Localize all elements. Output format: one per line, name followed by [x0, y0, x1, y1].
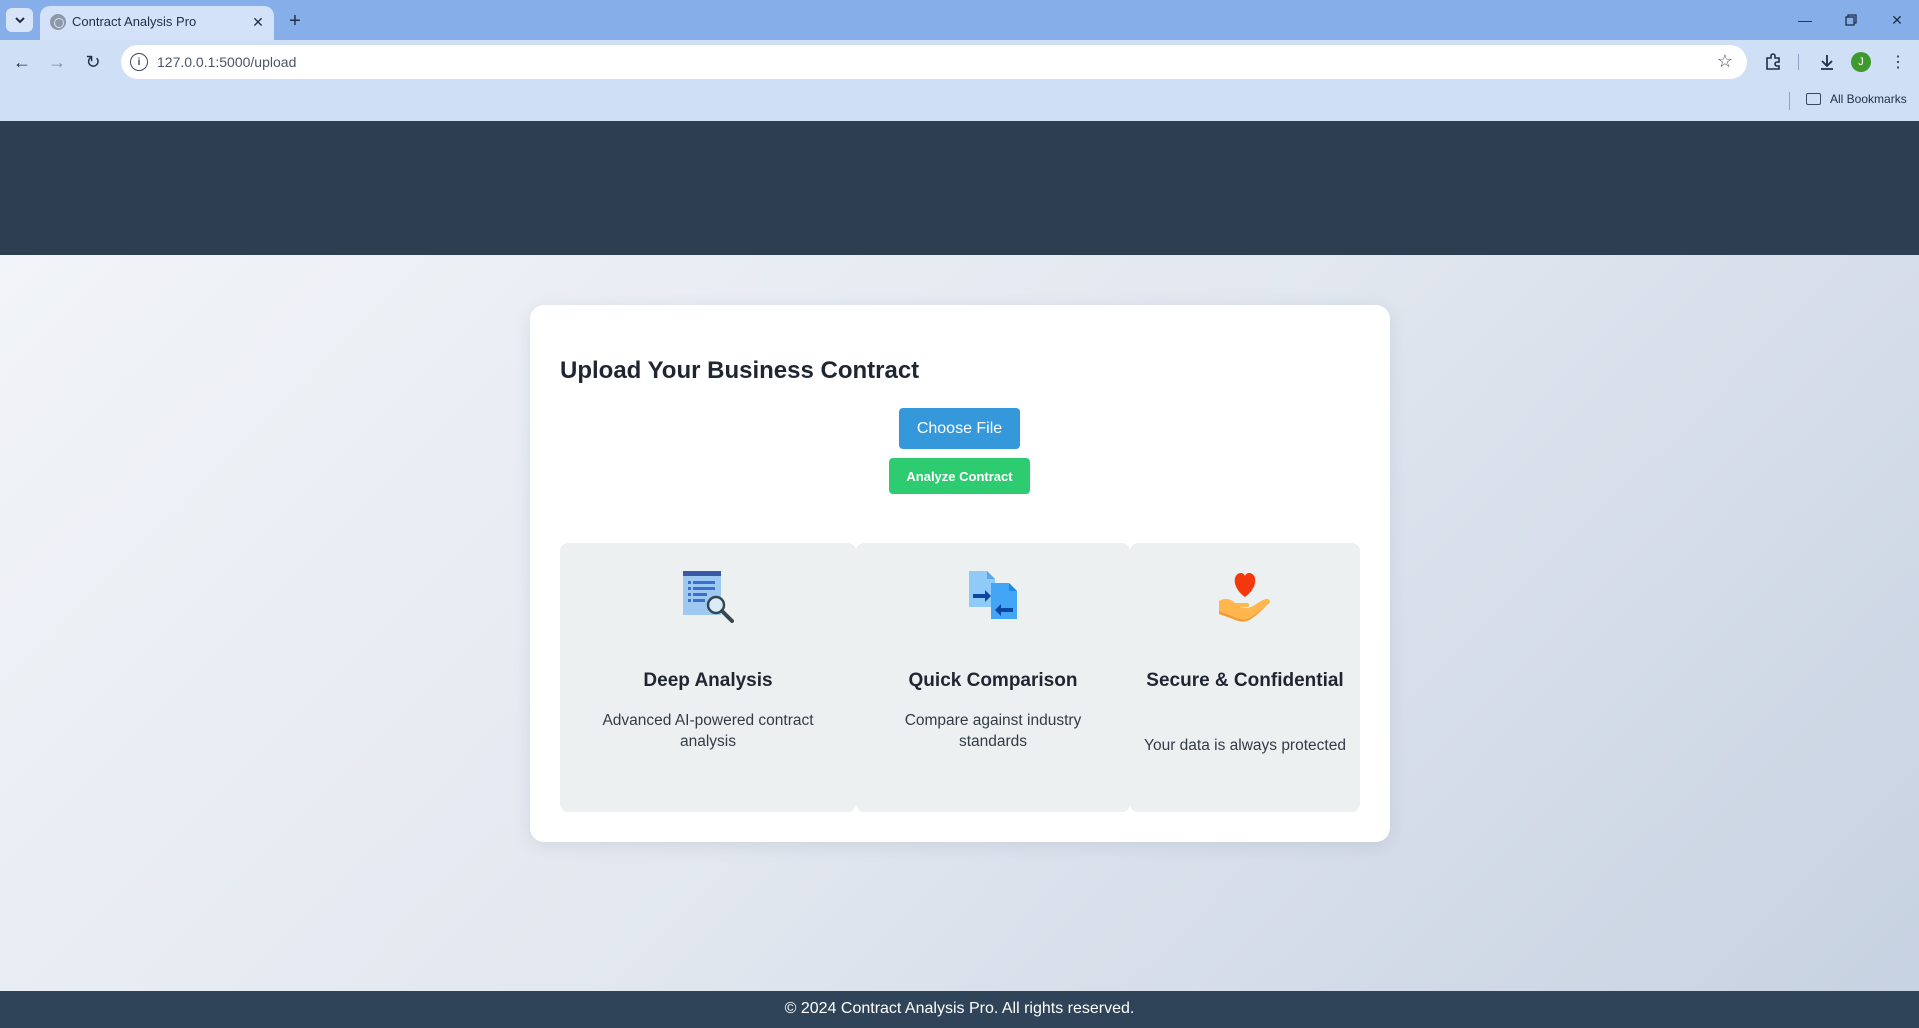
- feature-title: Quick Comparison: [908, 670, 1078, 691]
- forward-icon[interactable]: →: [43, 48, 71, 76]
- feature-title: Secure & Confidential: [1146, 670, 1344, 691]
- heart-hand-icon: [1219, 573, 1270, 622]
- document-magnifier-icon: [683, 571, 734, 623]
- chevron-down-icon: [14, 17, 25, 24]
- analyze-contract-button[interactable]: Analyze Contract: [889, 458, 1030, 494]
- restore-icon[interactable]: [1836, 8, 1866, 32]
- folder-icon: [1806, 93, 1821, 105]
- tab-strip: Contract Analysis Pro ✕ + — ✕: [0, 0, 1919, 40]
- reload-icon[interactable]: ↻: [79, 48, 107, 76]
- bookmarks-divider: [1789, 92, 1790, 110]
- feature-secure-confidential: Secure & Confidential Your data is alway…: [1130, 543, 1360, 812]
- upload-card: Upload Your Business Contract Choose Fil…: [530, 305, 1390, 842]
- feature-deep-analysis: Deep Analysis Advanced AI-powered contra…: [560, 543, 856, 812]
- feature-description: Advanced AI-powered contract analysis: [602, 712, 814, 750]
- browser-tab[interactable]: Contract Analysis Pro ✕: [40, 6, 274, 40]
- feature-description: Compare against industry standards: [904, 712, 1082, 750]
- all-bookmarks-link[interactable]: All Bookmarks: [1830, 92, 1907, 106]
- globe-icon: [50, 14, 66, 30]
- feature-description: Your data is always protected: [1144, 737, 1346, 754]
- site-footer: © 2024 Contract Analysis Pro. All rights…: [0, 991, 1919, 1028]
- close-window-icon[interactable]: ✕: [1882, 8, 1912, 32]
- upload-title: Upload Your Business Contract: [560, 357, 920, 384]
- download-icon[interactable]: [1813, 48, 1841, 76]
- menu-kebab-icon[interactable]: ⋮: [1884, 48, 1912, 76]
- bookmark-star-icon[interactable]: ☆: [1717, 51, 1733, 72]
- bookmarks-bar: All Bookmarks: [0, 84, 1919, 121]
- page: Upload Your Business Contract Choose Fil…: [0, 121, 1919, 1028]
- profile-avatar[interactable]: J: [1851, 52, 1871, 72]
- address-bar[interactable]: i 127.0.0.1:5000/upload ☆: [121, 45, 1747, 79]
- back-icon[interactable]: ←: [8, 48, 36, 76]
- tab-search-button[interactable]: [6, 8, 33, 32]
- site-info-icon[interactable]: i: [130, 53, 148, 71]
- browser-toolbar: ← → ↻ i 127.0.0.1:5000/upload ☆ J ⋮: [0, 40, 1919, 84]
- feature-quick-comparison: Quick Comparison Compare against industr…: [856, 543, 1130, 812]
- browser-chrome: Contract Analysis Pro ✕ + — ✕ ← → ↻ i 12…: [0, 0, 1919, 121]
- toolbar-divider: [1798, 54, 1799, 70]
- close-icon[interactable]: ✕: [248, 12, 268, 32]
- site-header: [0, 121, 1919, 255]
- copyright-text: © 2024 Contract Analysis Pro. All rights…: [784, 1000, 1135, 1017]
- extensions-icon[interactable]: [1759, 48, 1787, 76]
- compare-documents-icon: [969, 571, 1017, 619]
- new-tab-button[interactable]: +: [282, 8, 308, 34]
- url-text: 127.0.0.1:5000/upload: [157, 54, 297, 70]
- minimize-icon[interactable]: —: [1790, 8, 1820, 32]
- choose-file-button[interactable]: Choose File: [899, 408, 1020, 449]
- feature-title: Deep Analysis: [643, 670, 773, 691]
- tab-title: Contract Analysis Pro: [72, 14, 197, 29]
